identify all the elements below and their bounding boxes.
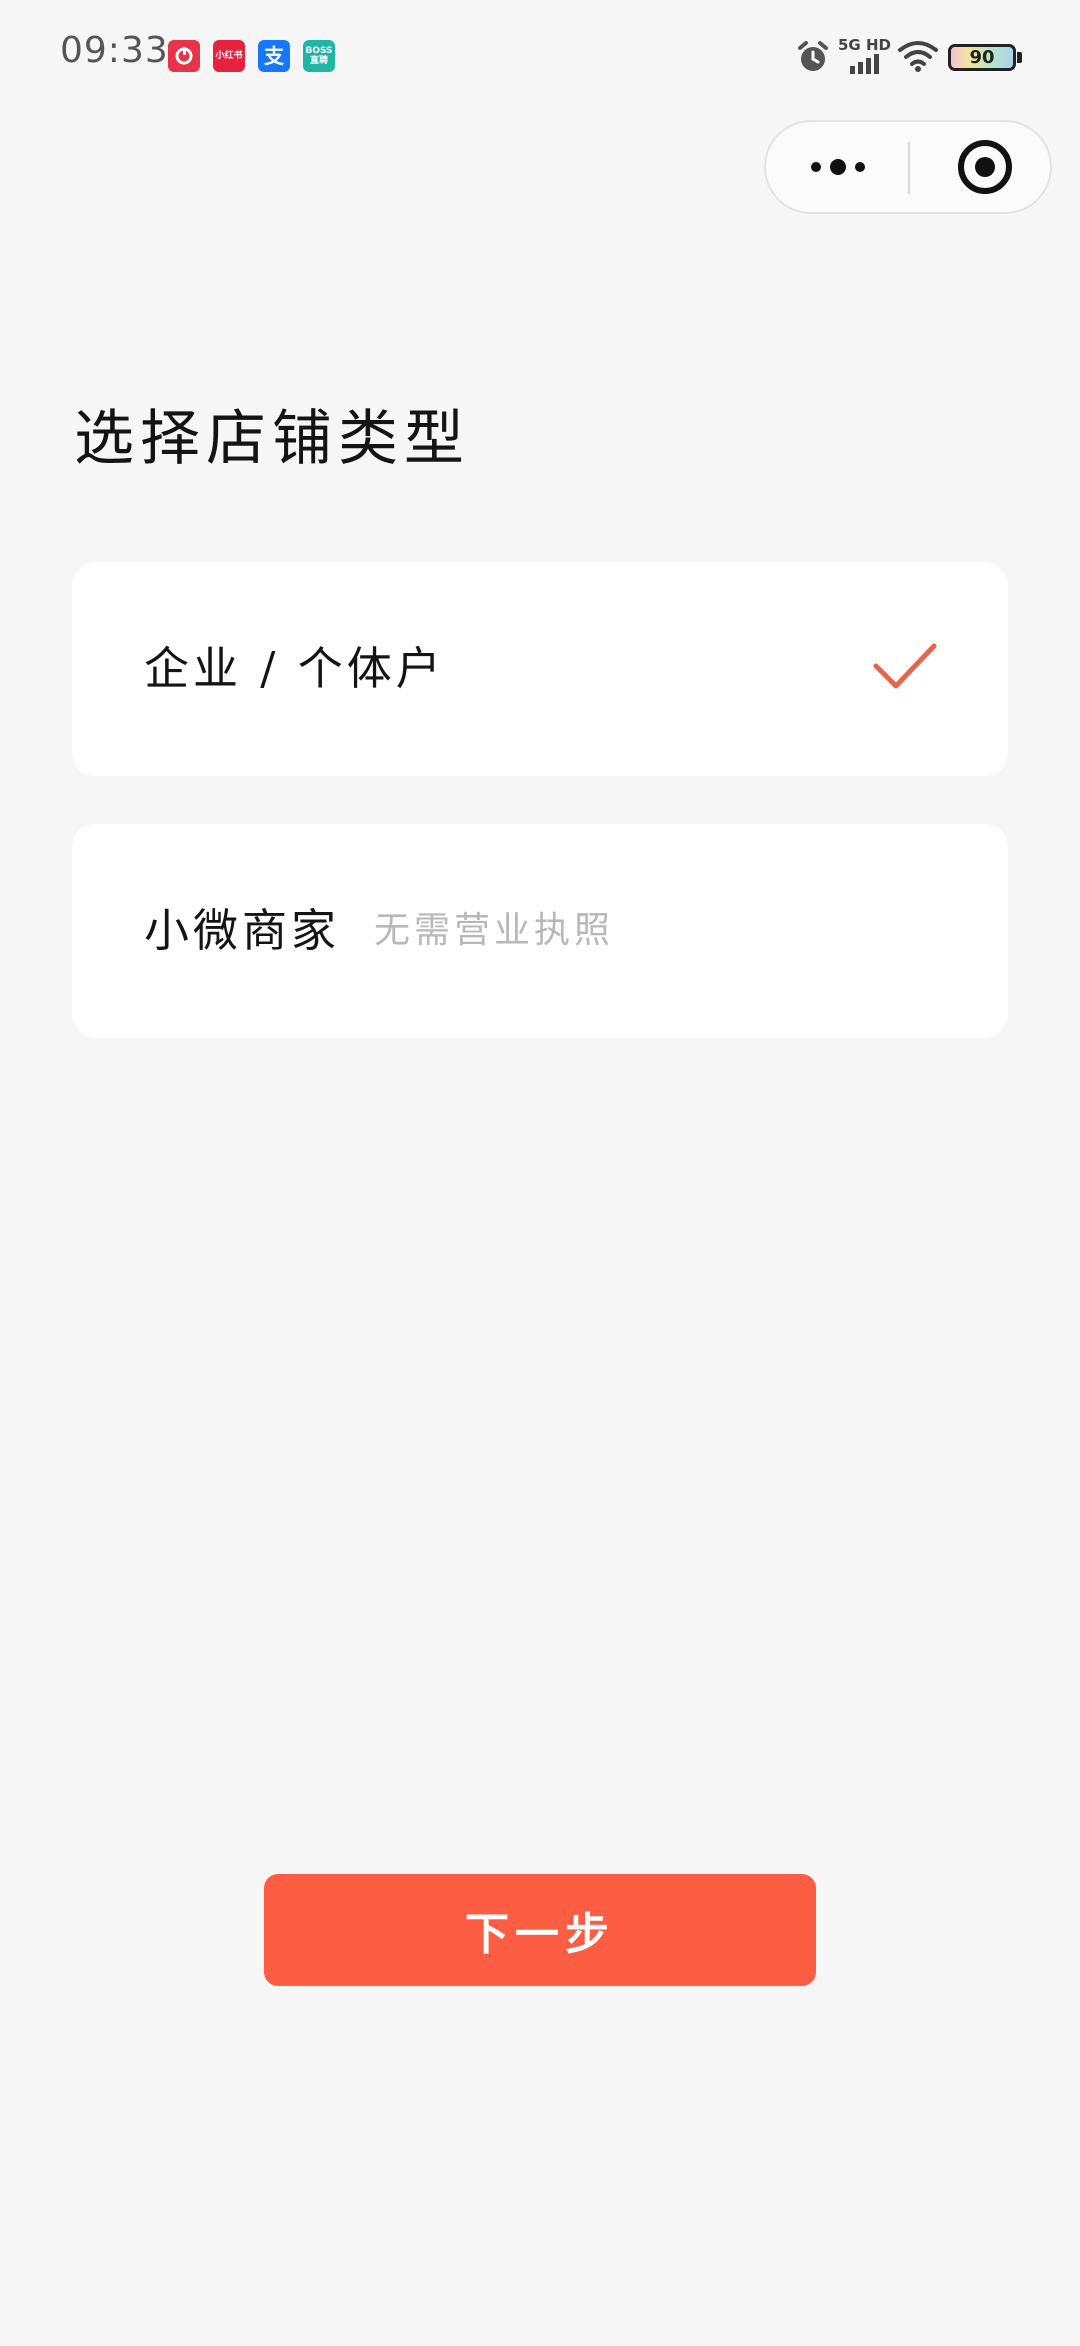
alarm-icon xyxy=(798,41,828,71)
xiaohongshu-icon: 小红书 xyxy=(213,40,245,72)
alipay-icon-text: 支 xyxy=(264,44,284,68)
boss-zhipin-icon: BOSS直聘 xyxy=(303,40,335,72)
miniprogram-capsule xyxy=(764,120,1052,214)
app-red-ring-icon xyxy=(168,40,200,72)
page-title: 选择店铺类型 xyxy=(74,404,470,474)
battery-tip xyxy=(1017,52,1022,63)
option-label: 企业 / 个体户 xyxy=(144,642,445,695)
target-close-icon[interactable] xyxy=(956,138,1014,196)
checkmark-icon xyxy=(873,643,937,689)
option-small-merchant[interactable]: 小微商家 无需营业执照 xyxy=(72,824,1008,1038)
next-button[interactable]: 下一步 xyxy=(264,1874,816,1986)
battery-icon: 90 xyxy=(948,44,1016,71)
option-label: 小微商家 xyxy=(144,904,341,957)
option-subtitle: 无需营业执照 xyxy=(374,910,615,951)
network-label: 5G HD xyxy=(838,36,891,54)
boss-zhipin-icon-text: BOSS直聘 xyxy=(305,46,333,66)
wifi-icon xyxy=(898,41,938,72)
status-bar: 09:33 小红书 支 BOSS直聘 5G HD 90 xyxy=(0,0,1080,112)
status-time: 09:33 xyxy=(60,30,169,71)
alipay-icon: 支 xyxy=(258,40,290,72)
capsule-divider xyxy=(908,142,910,194)
more-dots-icon[interactable] xyxy=(806,122,870,212)
xiaohongshu-icon-text: 小红书 xyxy=(215,51,243,61)
option-enterprise[interactable]: 企业 / 个体户 xyxy=(72,562,1008,776)
signal-icon xyxy=(850,54,879,74)
